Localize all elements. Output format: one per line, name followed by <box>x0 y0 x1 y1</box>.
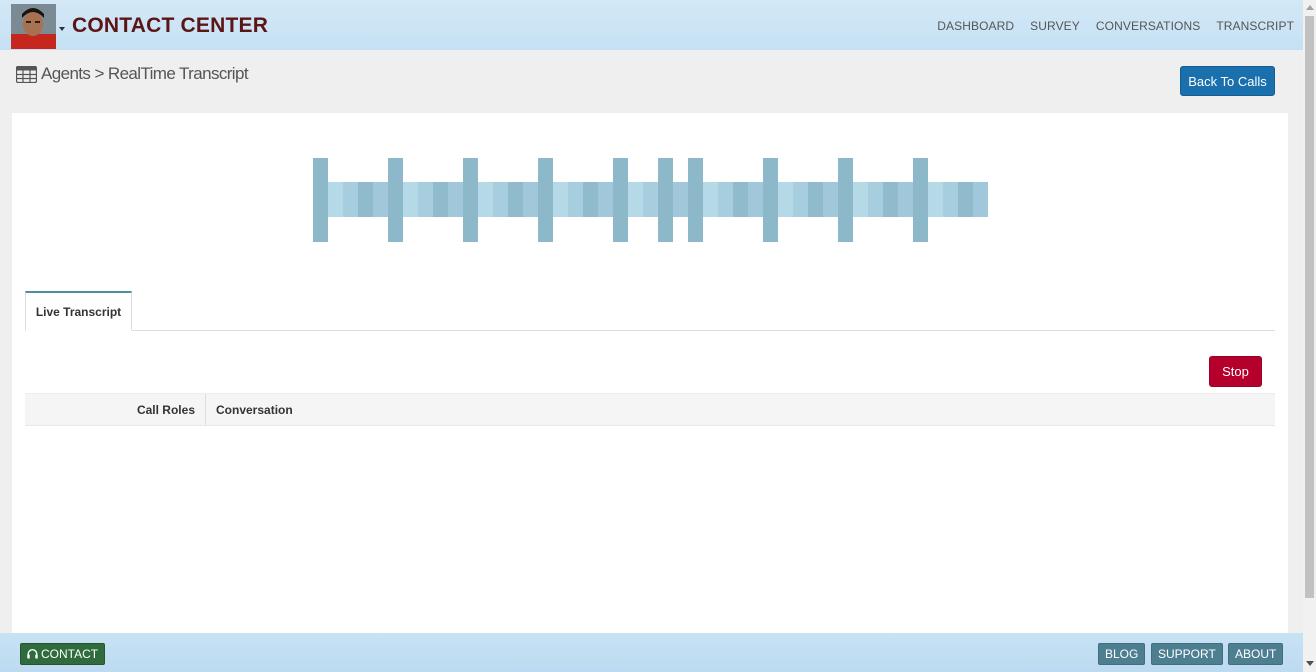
nav-transcript[interactable]: TRANSCRIPT <box>1216 19 1294 33</box>
waveform-bar <box>388 158 403 242</box>
waveform-bar <box>778 182 793 217</box>
waveform-bar <box>883 182 898 217</box>
waveform-bar <box>748 182 763 217</box>
stop-button[interactable]: Stop <box>1209 356 1262 387</box>
waveform-bar <box>613 158 628 242</box>
transcript-table-header: Call Roles Conversation <box>25 393 1275 426</box>
tab-bar: Live Transcript <box>25 291 1275 331</box>
scroll-up-arrow-icon[interactable] <box>1306 5 1314 10</box>
about-button[interactable]: ABOUT <box>1228 643 1284 665</box>
waveform-bar <box>898 182 913 217</box>
headphones-icon <box>27 649 38 659</box>
waveform-bar <box>583 182 598 217</box>
waveform-bar <box>508 182 523 217</box>
waveform-bar <box>913 158 928 242</box>
waveform-bar <box>313 158 328 242</box>
waveform-bar <box>928 182 943 217</box>
waveform-bar <box>538 158 553 242</box>
waveform-bar <box>868 182 883 217</box>
waveform-bar <box>358 182 373 217</box>
waveform-bar <box>433 182 448 217</box>
main-panel: Live Transcript Stop Call Roles Conversa… <box>12 113 1288 633</box>
waveform-bar <box>838 158 853 242</box>
scrollbar-thumb[interactable] <box>1305 16 1314 598</box>
waveform-bar <box>853 182 868 217</box>
nav-dashboard[interactable]: DASHBOARD <box>937 19 1014 33</box>
waveform-bar <box>718 182 733 217</box>
waveform-bar <box>733 182 748 217</box>
waveform-bar <box>658 158 673 242</box>
column-call-roles: Call Roles <box>25 394 206 425</box>
waveform-bar <box>973 182 988 217</box>
top-bar: CONTACT CENTER DASHBOARD SURVEY CONVERSA… <box>0 0 1303 50</box>
nav-conversations[interactable]: CONVERSATIONS <box>1096 19 1200 33</box>
waveform-bar <box>823 182 838 217</box>
waveform-bar <box>373 182 388 217</box>
waveform-bar <box>328 182 343 217</box>
waveform-bar <box>673 182 688 217</box>
back-to-calls-button[interactable]: Back To Calls <box>1180 66 1275 96</box>
top-nav: DASHBOARD SURVEY CONVERSATIONS TRANSCRIP… <box>937 19 1294 33</box>
waveform-bar <box>958 182 973 217</box>
page: CONTACT CENTER DASHBOARD SURVEY CONVERSA… <box>0 0 1316 672</box>
avatar[interactable] <box>11 4 56 49</box>
waveform-bar <box>523 182 538 217</box>
nav-survey[interactable]: SURVEY <box>1030 19 1080 33</box>
audio-waveform <box>313 158 988 242</box>
waveform-bar <box>808 182 823 217</box>
waveform-bar <box>943 182 958 217</box>
breadcrumb-text: Agents > RealTime Transcript <box>41 64 249 83</box>
waveform-bar <box>403 182 418 217</box>
support-button[interactable]: SUPPORT <box>1151 643 1223 665</box>
waveform-bar <box>763 158 778 242</box>
waveform-bar <box>493 182 508 217</box>
blog-button[interactable]: BLOG <box>1098 643 1146 665</box>
waveform-bar <box>643 182 658 217</box>
footer: CONTACT BLOG SUPPORT ABOUT <box>0 633 1303 672</box>
brand-title: CONTACT CENTER <box>72 14 269 37</box>
waveform-bar <box>478 182 493 217</box>
waveform-bar <box>598 182 613 217</box>
waveform-bar <box>343 182 358 217</box>
column-conversation: Conversation <box>216 402 293 417</box>
waveform-bar <box>703 182 718 217</box>
waveform-bar <box>628 182 643 217</box>
contact-button[interactable]: CONTACT <box>20 643 106 665</box>
waveform-bar <box>463 158 478 242</box>
waveform-bar <box>553 182 568 217</box>
user-menu-caret-icon[interactable] <box>59 27 65 31</box>
scroll-down-arrow-icon[interactable] <box>1306 661 1314 666</box>
avatar-image <box>11 4 56 49</box>
tab-live-transcript[interactable]: Live Transcript <box>25 291 132 331</box>
vertical-scrollbar[interactable] <box>1303 0 1316 672</box>
waveform-bar <box>448 182 463 217</box>
waveform-bar <box>688 158 703 242</box>
waveform-bar <box>418 182 433 217</box>
table-icon <box>16 65 37 83</box>
breadcrumb: Agents > RealTime Transcript <box>16 64 249 84</box>
waveform-bar <box>793 182 808 217</box>
contact-label: CONTACT <box>41 647 99 661</box>
waveform-bar <box>568 182 583 217</box>
